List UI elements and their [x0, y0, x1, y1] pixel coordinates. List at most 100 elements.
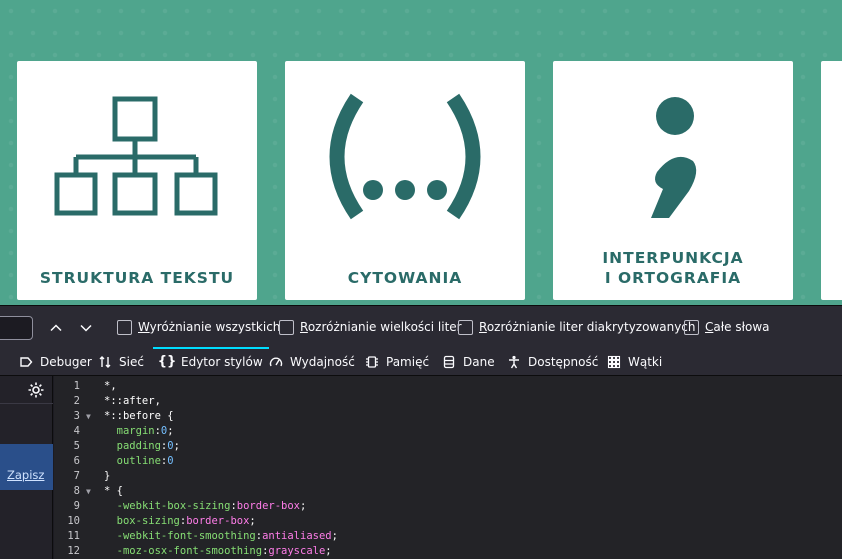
card-struktura-tekstu[interactable]: STRUKTURA TEKSTU: [17, 61, 257, 300]
code-token: padding: [116, 440, 161, 452]
code-line[interactable]: 4 margin:0;: [54, 424, 842, 439]
whole-words-checkbox[interactable]: [684, 319, 699, 335]
match-case-option[interactable]: Rozróżnianie wielkości liter: [279, 319, 462, 335]
code-line[interactable]: 3 ▼ *::before {: [54, 409, 842, 424]
whole-words-option[interactable]: Całe słowa: [684, 319, 770, 335]
gear-icon[interactable]: [27, 381, 45, 403]
devtools-toolbar: Debuger Sieć {} Edytor stylów Wydajność …: [0, 347, 842, 376]
code-text: *::after,: [104, 394, 161, 409]
performance-icon: [268, 354, 284, 370]
find-previous-button[interactable]: [45, 317, 67, 339]
tab-style-editor[interactable]: {} Edytor stylów: [153, 347, 269, 376]
code-text: *,: [104, 379, 117, 394]
fold-toggle-icon[interactable]: ▼: [86, 484, 91, 499]
line-number: 11: [67, 530, 80, 542]
style-sheets-sidebar: Zapisz: [0, 376, 53, 559]
line-number: 2: [73, 395, 80, 407]
find-input[interactable]: [0, 316, 33, 340]
code-text: -moz-osx-font-smoothing:grayscale;: [104, 544, 332, 559]
highlight-all-option[interactable]: Wyróżnianie wszystkich: [117, 319, 280, 335]
code-text: outline:0: [104, 454, 174, 469]
fold-toggle-icon[interactable]: ▼: [86, 409, 91, 424]
code-token: ;: [167, 425, 174, 437]
code-line[interactable]: 5 padding:0;: [54, 439, 842, 454]
line-number: 1: [73, 380, 80, 392]
code-token: -moz-osx-font-smoothing: [116, 545, 263, 557]
code-line[interactable]: 12 -moz-osx-font-smoothing:grayscale;: [54, 544, 842, 559]
line-number: 3: [73, 410, 80, 422]
code-token: ;: [249, 515, 256, 527]
code-token: -webkit-font-smoothing: [116, 530, 256, 542]
code-line[interactable]: 11 -webkit-font-smoothing:antialiased;: [54, 529, 842, 544]
code-token: 0: [167, 455, 174, 467]
tab-debugger[interactable]: Debuger: [18, 347, 92, 376]
code-token: ;: [173, 440, 180, 452]
line-number: 8: [73, 485, 80, 497]
code-text: }: [104, 469, 110, 484]
threads-icon: [606, 354, 622, 370]
card-cytowania[interactable]: CYTOWANIA: [285, 61, 525, 300]
tab-memory[interactable]: Pamięć: [364, 347, 429, 376]
stylesheet-item[interactable]: [0, 444, 53, 490]
code-token: ;: [331, 530, 338, 542]
line-number: 6: [73, 455, 80, 467]
code-token: border-box: [236, 500, 300, 512]
line-number: 9: [73, 500, 80, 512]
hierarchy-icon: [54, 96, 218, 216]
chevron-down-icon: [80, 324, 92, 332]
code-line[interactable]: 1 *,: [54, 379, 842, 394]
memory-icon: [364, 354, 380, 370]
card-interpunkcja[interactable]: INTERPUNKCJA I ORTOGRAFIA: [553, 61, 793, 300]
card-title: CYTOWANIA: [347, 269, 463, 287]
code-token: ;: [325, 545, 332, 557]
option-label: Rozróżnianie liter diakrytyzowanych: [479, 320, 696, 334]
option-label: Całe słowa: [705, 320, 770, 334]
tab-performance[interactable]: Wydajność: [268, 347, 355, 376]
chevron-up-icon: [50, 324, 62, 332]
code-line[interactable]: 6 outline:0: [54, 454, 842, 469]
code-text: -webkit-font-smoothing:antialiased;: [104, 529, 338, 544]
debugger-icon: [18, 354, 34, 370]
option-label: Rozróżnianie wielkości liter: [300, 320, 462, 334]
code-token: antialiased: [262, 530, 332, 542]
code-editor[interactable]: 1 *, 2 *::after, 3 ▼ *::before {4 margin:0; 5 p…: [54, 376, 842, 559]
code-token: outline: [116, 455, 161, 467]
code-text: box-sizing:border-box;: [104, 514, 256, 529]
find-next-button[interactable]: [75, 317, 97, 339]
code-token: border-box: [186, 515, 250, 527]
code-token: margin: [116, 425, 155, 437]
code-token: *,: [104, 380, 117, 392]
line-number: 7: [73, 470, 80, 482]
save-link[interactable]: Zapisz: [7, 468, 44, 482]
parentheses-ellipsis-icon: [329, 93, 481, 220]
code-line[interactable]: 8 ▼ * {: [54, 484, 842, 499]
code-line[interactable]: 9 -webkit-box-sizing:border-box;: [54, 499, 842, 514]
code-line[interactable]: 2 *::after,: [54, 394, 842, 409]
highlight-all-checkbox[interactable]: [117, 319, 132, 335]
line-number: 5: [73, 440, 80, 452]
find-bar: Wyróżnianie wszystkich Rozróżnianie wiel…: [0, 305, 842, 347]
tab-accessibility[interactable]: Dostępność: [506, 347, 598, 376]
match-diacritics-checkbox[interactable]: [458, 319, 473, 335]
code-line[interactable]: 10 box-sizing:border-box;: [54, 514, 842, 529]
code-text: *::before {: [104, 409, 174, 424]
match-diacritics-option[interactable]: Rozróżnianie liter diakrytyzowanych: [458, 319, 696, 335]
card-partial[interactable]: [821, 61, 842, 300]
code-text: padding:0;: [104, 439, 180, 454]
code-token: ;: [300, 500, 307, 512]
line-number: 10: [67, 515, 80, 527]
match-case-checkbox[interactable]: [279, 319, 294, 335]
code-token: *::after,: [104, 395, 161, 407]
card-title: INTERPUNKCJA I ORTOGRAFIA: [602, 249, 744, 287]
tab-network[interactable]: Sieć: [97, 347, 144, 376]
line-number: 4: [73, 425, 80, 437]
code-line[interactable]: 7}: [54, 469, 842, 484]
option-label: Wyróżnianie wszystkich: [138, 320, 281, 334]
tab-storage[interactable]: Dane: [441, 347, 495, 376]
tab-threads[interactable]: Wątki: [606, 347, 662, 376]
